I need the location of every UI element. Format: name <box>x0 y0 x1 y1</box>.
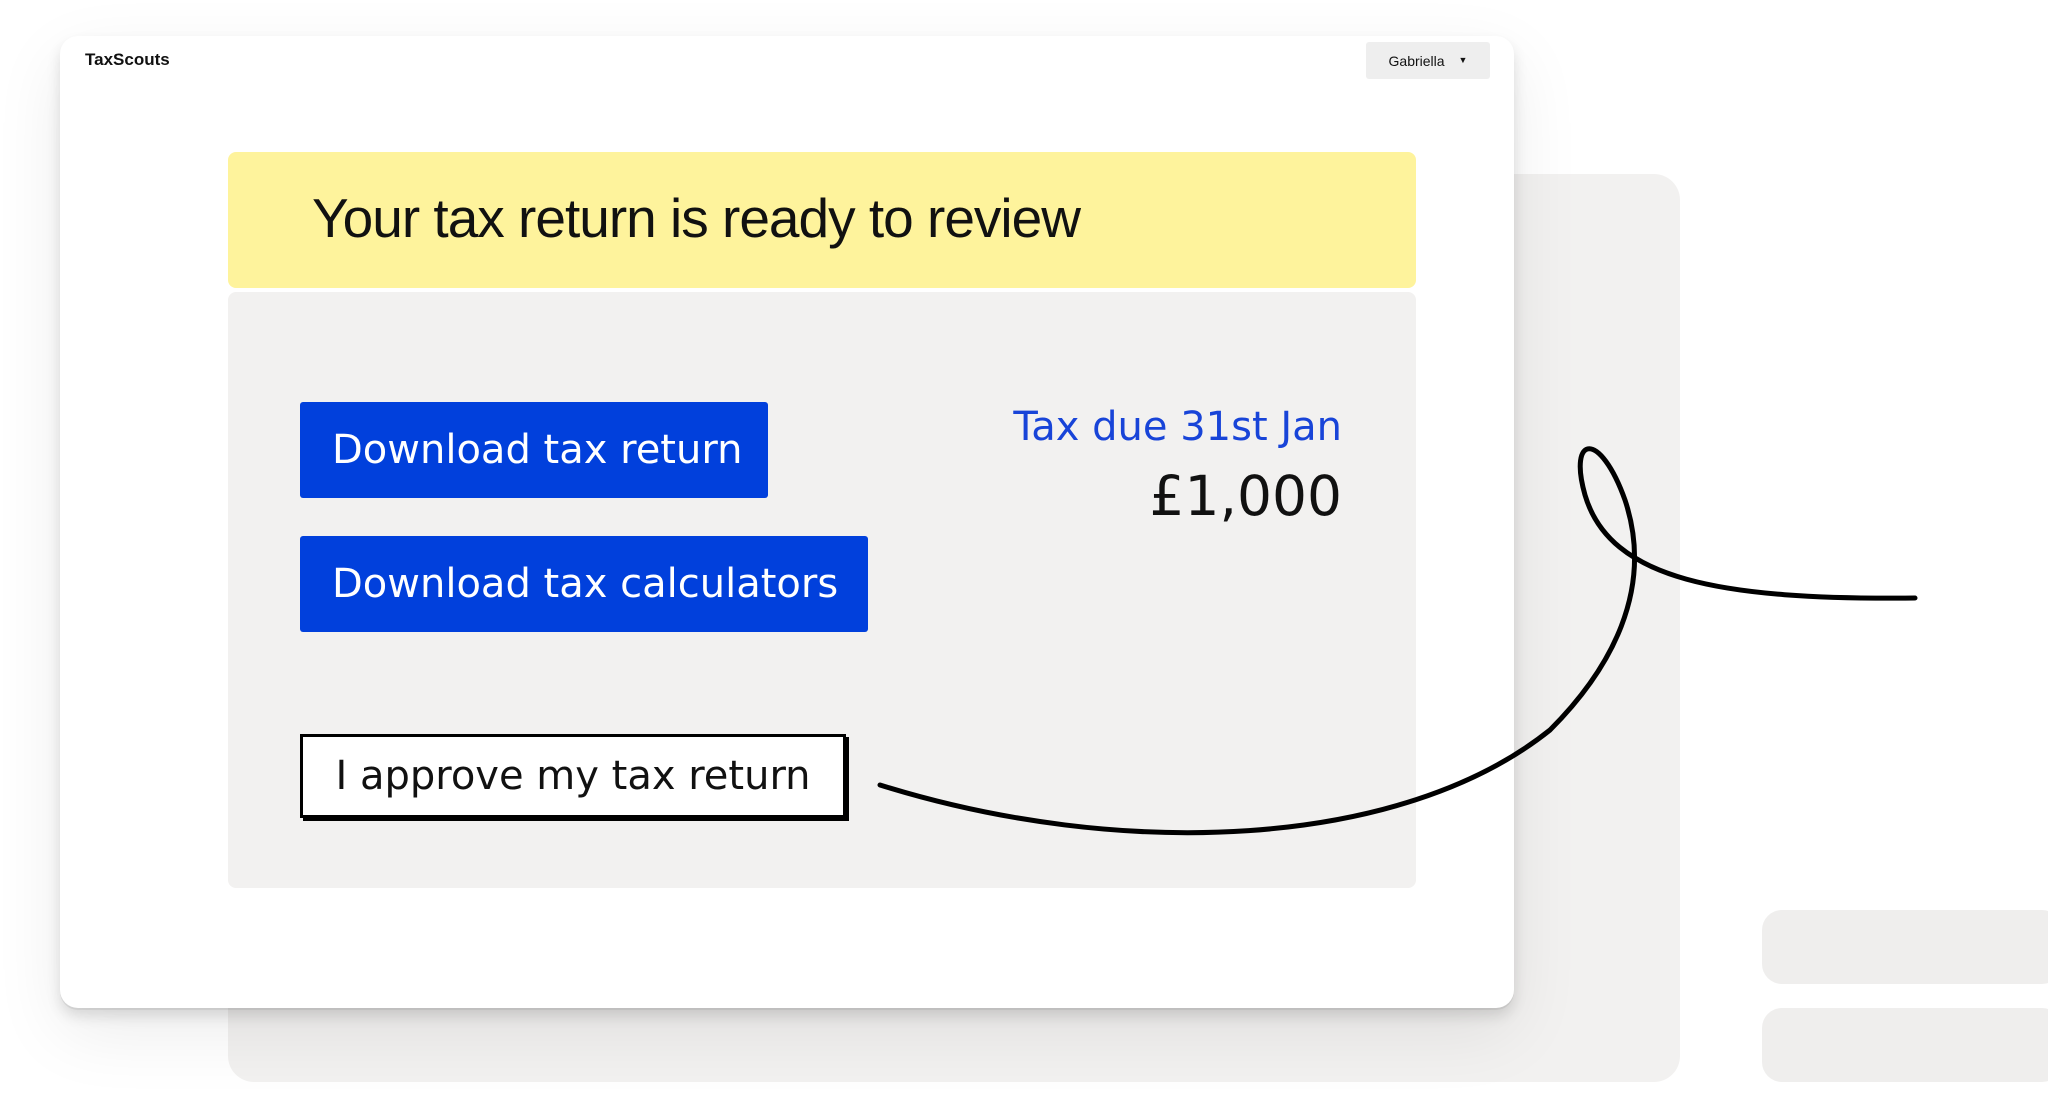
user-menu-button[interactable]: Gabriella ▼ <box>1366 42 1490 79</box>
status-banner: Your tax return is ready to review <box>228 152 1416 288</box>
review-panel: Download tax return Download tax calcula… <box>228 292 1416 888</box>
download-tax-calculators-button[interactable]: Download tax calculators <box>300 536 868 632</box>
background-placeholder-pill <box>1762 910 2048 984</box>
tax-due-label: Tax due 31st Jan <box>1013 404 1342 450</box>
background-placeholder-pill <box>1762 1008 2048 1082</box>
brand-logo: TaxScouts <box>85 50 170 69</box>
app-window: TaxScouts Gabriella ▼ Your tax return is… <box>60 36 1514 1008</box>
user-name: Gabriella <box>1388 52 1445 69</box>
download-tax-return-button[interactable]: Download tax return <box>300 402 768 498</box>
banner-title: Your tax return is ready to review <box>312 187 1081 249</box>
chevron-down-icon: ▼ <box>1458 55 1468 65</box>
approve-tax-return-button[interactable]: I approve my tax return <box>300 734 846 818</box>
tax-due-amount: £1,000 <box>1149 464 1342 528</box>
